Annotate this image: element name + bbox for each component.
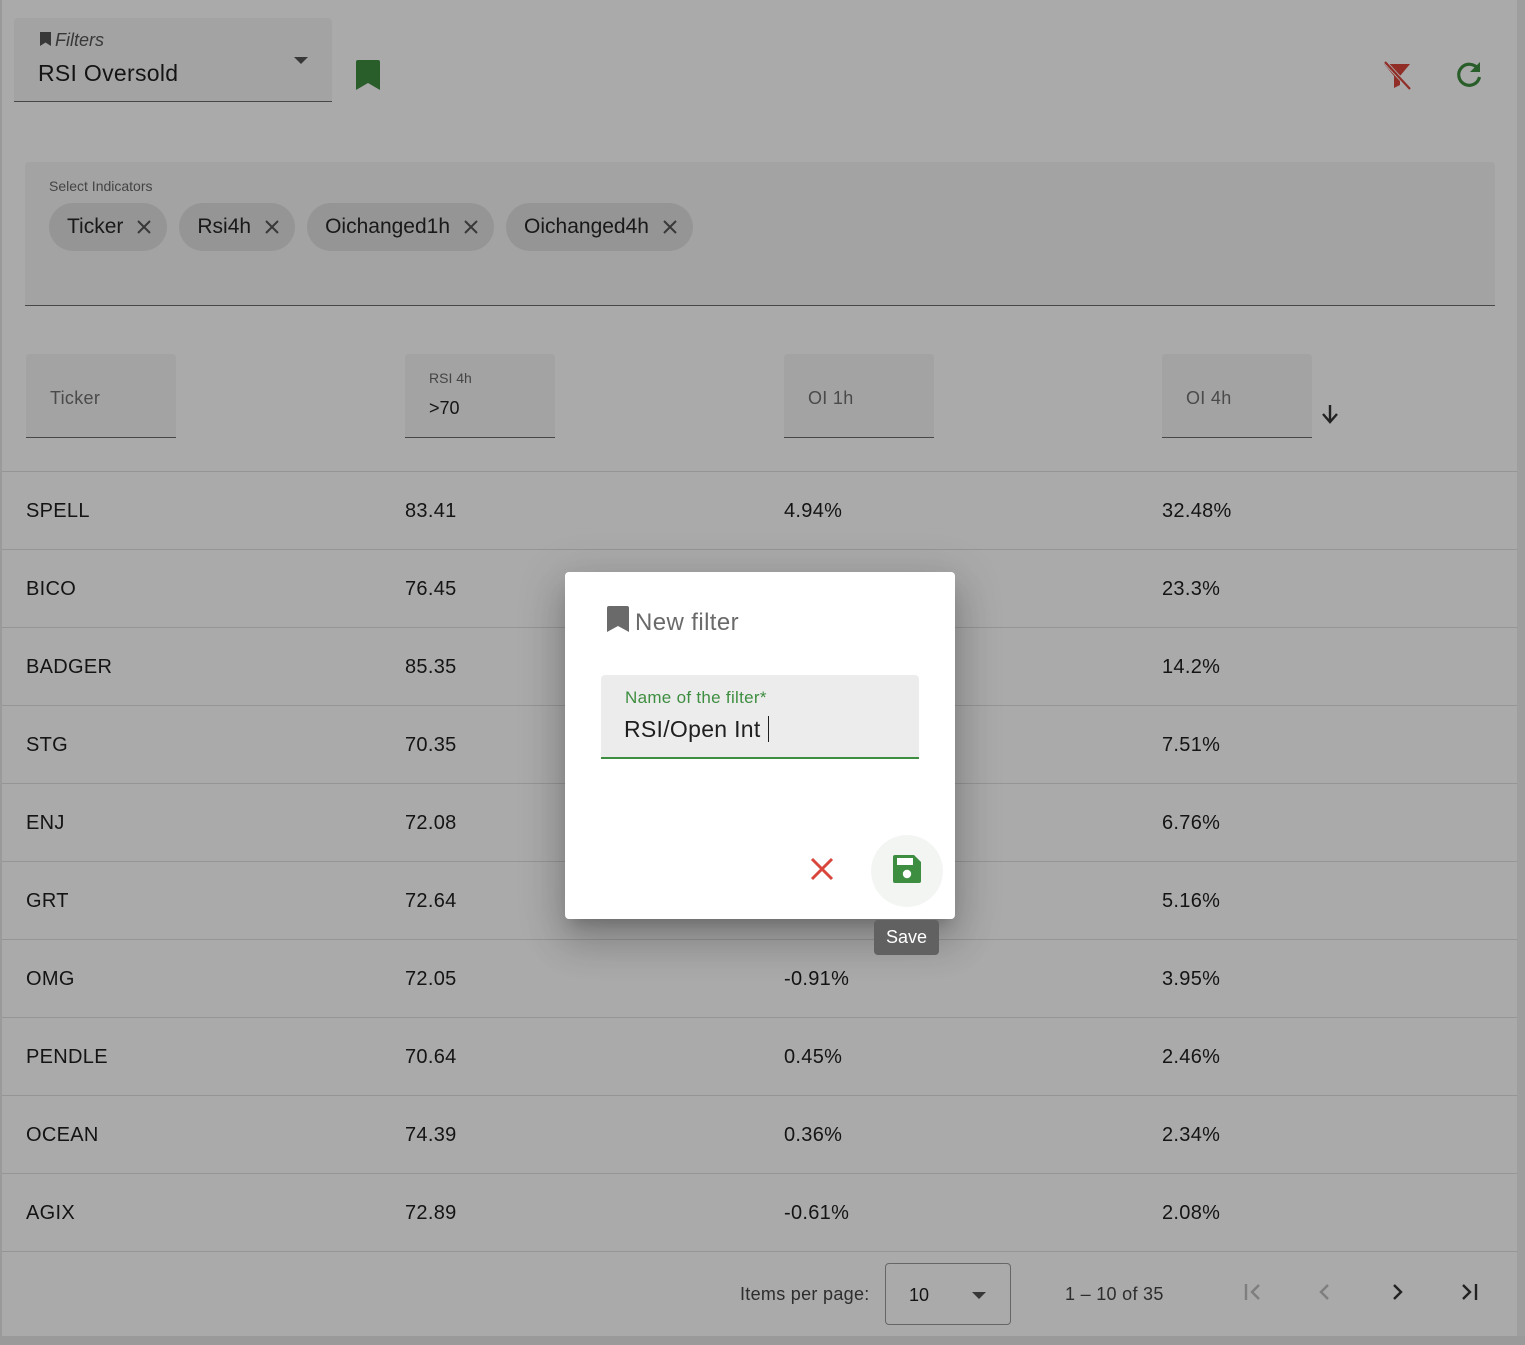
save-tooltip: Save: [874, 920, 939, 955]
close-icon: [809, 856, 835, 887]
dialog-title: New filter: [607, 606, 739, 639]
window-edge: [0, 0, 2, 1345]
window-edge: [0, 1336, 1525, 1345]
filter-name-field[interactable]: Name of the filter*: [601, 675, 919, 759]
filter-name-label: Name of the filter*: [625, 688, 767, 707]
text-cursor: [768, 716, 769, 742]
save-icon: [892, 854, 922, 889]
filter-name-input[interactable]: [624, 713, 904, 745]
window-edge: [1517, 0, 1525, 1345]
dialog-title-text: New filter: [635, 608, 740, 636]
bookmark-icon: [607, 606, 629, 639]
save-button[interactable]: [871, 835, 943, 907]
cancel-button[interactable]: [797, 846, 847, 896]
new-filter-dialog: New filter Name of the filter*: [565, 572, 955, 919]
